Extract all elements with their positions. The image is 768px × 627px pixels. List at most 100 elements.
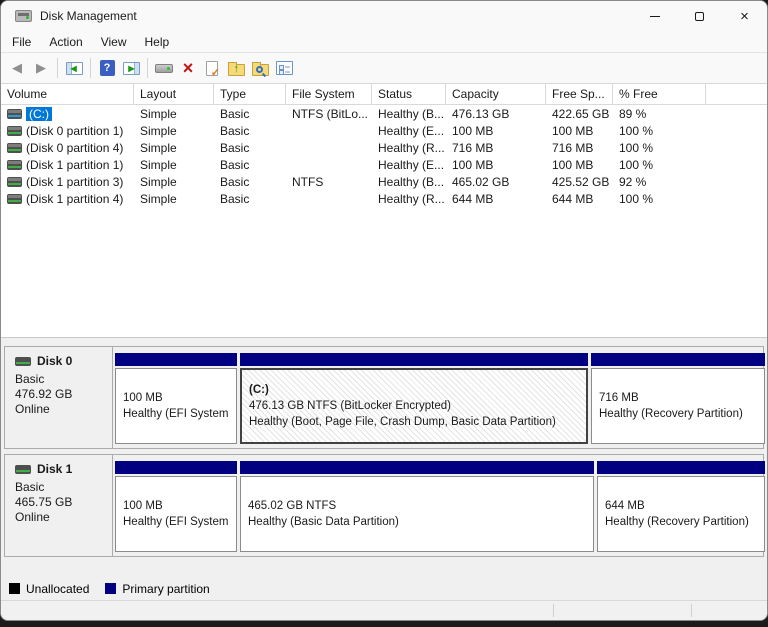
cell-type: Basic bbox=[214, 107, 286, 121]
partition-status: Healthy (Boot, Page File, Crash Dump, Ba… bbox=[249, 414, 579, 430]
primary-partition-bar bbox=[591, 353, 765, 366]
cell-free-space: 425.52 GB bbox=[546, 175, 613, 189]
volume-list: Volume Layout Type File System Status Ca… bbox=[1, 84, 767, 338]
disk-icon bbox=[15, 465, 31, 474]
folder-up-button[interactable]: ↑ bbox=[224, 56, 248, 80]
disk-icon bbox=[15, 357, 31, 366]
volume-name: (Disk 1 partition 4) bbox=[26, 192, 123, 206]
disk0-partition-c[interactable]: (C:) 476.13 GB NTFS (BitLocker Encrypted… bbox=[240, 353, 588, 444]
maximize-button[interactable] bbox=[677, 1, 722, 31]
cell-type: Basic bbox=[214, 158, 286, 172]
show-action-pane-button[interactable]: ▶ bbox=[119, 56, 143, 80]
column-header-type[interactable]: Type bbox=[214, 84, 286, 104]
folder-up-icon: ↑ bbox=[228, 64, 245, 76]
folder-search-button[interactable] bbox=[248, 56, 272, 80]
delete-volume-button[interactable]: × bbox=[176, 56, 200, 80]
column-header-volume[interactable]: Volume bbox=[1, 84, 134, 104]
disk1-partition-data[interactable]: 465.02 GB NTFS Healthy (Basic Data Parti… bbox=[240, 461, 594, 552]
primary-partition-swatch bbox=[105, 583, 116, 594]
disk-name: Disk 0 bbox=[37, 354, 72, 369]
column-header-status[interactable]: Status bbox=[372, 84, 446, 104]
back-arrow-icon: ◀ bbox=[12, 60, 22, 76]
cell-pct-free: 100 % bbox=[613, 158, 706, 172]
volume-drive-icon bbox=[7, 126, 22, 136]
volume-row-disk0-part1[interactable]: (Disk 0 partition 1) Simple Basic Health… bbox=[1, 122, 767, 139]
volume-drive-icon bbox=[7, 194, 22, 204]
cell-layout: Simple bbox=[134, 124, 214, 138]
disk-kind: Basic bbox=[15, 372, 108, 387]
partition-size: 100 MB bbox=[123, 498, 229, 514]
status-bar-divider bbox=[691, 604, 692, 617]
partition-title: (C:) bbox=[249, 382, 579, 398]
properties-button[interactable] bbox=[272, 56, 296, 80]
partition-size: 476.13 GB NTFS (BitLocker Encrypted) bbox=[249, 398, 579, 414]
cell-free-space: 644 MB bbox=[546, 192, 613, 206]
volume-row-disk0-part4[interactable]: (Disk 0 partition 4) Simple Basic Health… bbox=[1, 139, 767, 156]
status-bar-divider bbox=[553, 604, 554, 617]
menu-action[interactable]: Action bbox=[40, 33, 91, 51]
disk1-partition-recovery[interactable]: 644 MB Healthy (Recovery Partition) bbox=[597, 461, 765, 552]
disk-1-label-panel[interactable]: Disk 1 Basic 465.75 GB Online bbox=[5, 455, 113, 556]
column-header-free-space[interactable]: Free Sp... bbox=[546, 84, 613, 104]
disk-1-partitions: 100 MB Healthy (EFI System 465.02 GB NTF… bbox=[113, 455, 767, 556]
cell-free-space: 716 MB bbox=[546, 141, 613, 155]
help-button[interactable]: ? bbox=[95, 56, 119, 80]
cell-status: Healthy (E... bbox=[372, 124, 446, 138]
volume-name: (Disk 0 partition 4) bbox=[26, 141, 123, 155]
back-button[interactable]: ◀ bbox=[5, 56, 29, 80]
volume-row-c[interactable]: (C:) Simple Basic NTFS (BitLo... Healthy… bbox=[1, 105, 767, 122]
column-header-pct-free[interactable]: % Free bbox=[613, 84, 706, 104]
volume-drive-icon bbox=[7, 109, 22, 119]
disk-1-row: Disk 1 Basic 465.75 GB Online 100 MB Hea… bbox=[4, 454, 764, 557]
disk1-partition-efi[interactable]: 100 MB Healthy (EFI System bbox=[115, 461, 237, 552]
column-header-file-system[interactable]: File System bbox=[286, 84, 372, 104]
cell-file-system: NTFS (BitLo... bbox=[286, 107, 372, 121]
menu-file[interactable]: File bbox=[3, 33, 40, 51]
volume-row-disk1-part1[interactable]: (Disk 1 partition 1) Simple Basic Health… bbox=[1, 156, 767, 173]
menu-help[interactable]: Help bbox=[136, 33, 179, 51]
column-header-filler bbox=[706, 84, 767, 104]
volume-list-header: Volume Layout Type File System Status Ca… bbox=[1, 84, 767, 105]
properties-list-icon bbox=[276, 61, 293, 75]
cell-free-space: 422.65 GB bbox=[546, 107, 613, 121]
show-console-tree-button[interactable]: ◀ bbox=[62, 56, 86, 80]
delete-x-icon: × bbox=[183, 59, 194, 77]
close-icon: × bbox=[740, 9, 749, 24]
volume-name: (C:) bbox=[26, 107, 52, 121]
menu-view[interactable]: View bbox=[92, 33, 136, 51]
column-header-capacity[interactable]: Capacity bbox=[446, 84, 546, 104]
volume-row-disk1-part3[interactable]: (Disk 1 partition 3) Simple Basic NTFS H… bbox=[1, 173, 767, 190]
drive-device-button[interactable] bbox=[152, 56, 176, 80]
disk0-partition-recovery[interactable]: 716 MB Healthy (Recovery Partition) bbox=[591, 353, 765, 444]
cell-capacity: 716 MB bbox=[446, 141, 546, 155]
forward-arrow-icon: ▶ bbox=[36, 60, 46, 76]
minimize-button[interactable] bbox=[632, 1, 677, 31]
disk0-partition-efi[interactable]: 100 MB Healthy (EFI System bbox=[115, 353, 237, 444]
document-check-icon bbox=[206, 61, 218, 76]
volume-name: (Disk 1 partition 1) bbox=[26, 158, 123, 172]
forward-button[interactable]: ▶ bbox=[29, 56, 53, 80]
legend-unallocated: Unallocated bbox=[9, 582, 89, 596]
cell-capacity: 100 MB bbox=[446, 158, 546, 172]
legend-primary-partition: Primary partition bbox=[105, 582, 209, 596]
close-button[interactable]: × bbox=[722, 1, 767, 31]
console-tree-icon: ◀ bbox=[66, 62, 83, 75]
partition-size: 716 MB bbox=[599, 390, 757, 406]
volume-row-disk1-part4[interactable]: (Disk 1 partition 4) Simple Basic Health… bbox=[1, 190, 767, 207]
cell-capacity: 644 MB bbox=[446, 192, 546, 206]
partition-status: Healthy (Basic Data Partition) bbox=[248, 514, 586, 530]
volume-name: (Disk 1 partition 3) bbox=[26, 175, 123, 189]
column-header-layout[interactable]: Layout bbox=[134, 84, 214, 104]
disk-0-label-panel[interactable]: Disk 0 Basic 476.92 GB Online bbox=[5, 347, 113, 448]
app-disk-icon bbox=[15, 10, 32, 22]
cell-file-system: NTFS bbox=[286, 175, 372, 189]
partition-status: Healthy (EFI System bbox=[123, 514, 229, 530]
cell-capacity: 465.02 GB bbox=[446, 175, 546, 189]
partition-size: 100 MB bbox=[123, 390, 229, 406]
help-icon: ? bbox=[100, 60, 115, 76]
check-document-button[interactable] bbox=[200, 56, 224, 80]
primary-partition-bar bbox=[240, 353, 588, 366]
menu-bar: File Action View Help bbox=[1, 31, 767, 53]
disk-state: Online bbox=[15, 510, 108, 525]
primary-partition-bar bbox=[597, 461, 765, 474]
